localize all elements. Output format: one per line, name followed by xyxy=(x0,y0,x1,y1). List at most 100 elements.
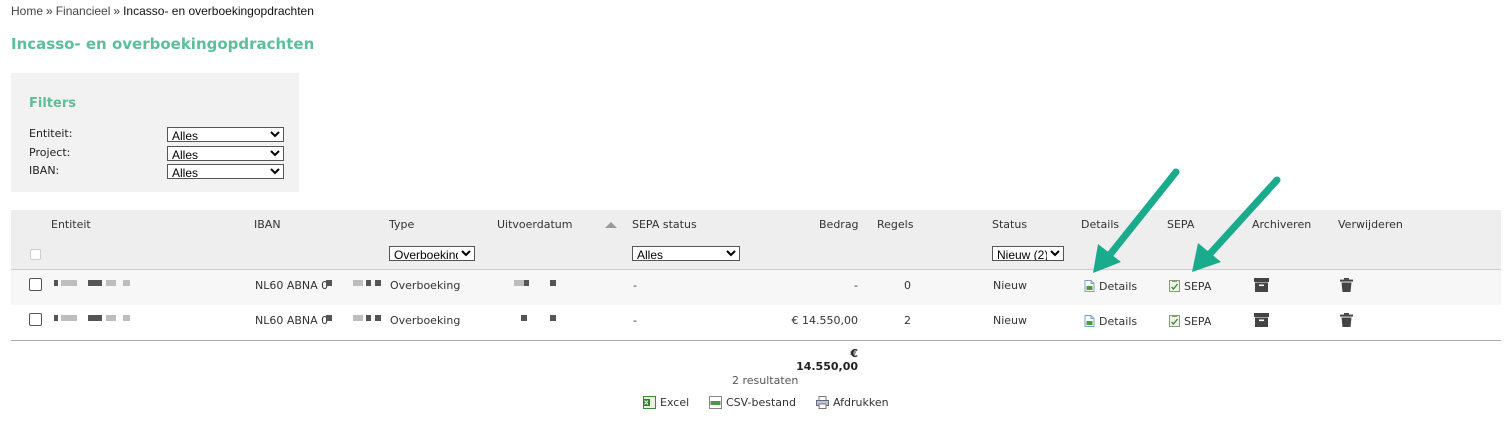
details-document-icon xyxy=(1084,280,1095,292)
redacted-date xyxy=(550,280,556,286)
row-status: Nieuw xyxy=(993,314,1028,327)
results-count: 2 resultaten xyxy=(732,374,799,387)
redacted-entiteit xyxy=(123,315,130,321)
redacted-entiteit xyxy=(88,280,102,286)
total-amount: € 14.550,00 xyxy=(796,347,858,373)
breadcrumb-home[interactable]: Home xyxy=(11,4,43,18)
col-sepa: SEPA xyxy=(1167,218,1195,231)
sepa-link[interactable]: SEPA xyxy=(1169,315,1211,328)
redacted-iban xyxy=(353,315,363,321)
redacted-iban xyxy=(326,280,332,286)
row-status: Nieuw xyxy=(993,279,1028,292)
redacted-iban xyxy=(375,280,381,286)
breadcrumb-separator: » xyxy=(46,4,53,18)
breadcrumb-financieel[interactable]: Financieel xyxy=(56,4,111,18)
export-csv-label: CSV-bestand xyxy=(726,396,797,409)
redacted-date xyxy=(524,280,529,286)
details-label: Details xyxy=(1099,315,1138,328)
col-status[interactable]: Status xyxy=(992,218,1027,231)
export-csv-link[interactable]: CSV-bestand xyxy=(709,396,796,409)
archive-icon[interactable] xyxy=(1254,313,1269,327)
col-details: Details xyxy=(1081,218,1120,231)
redacted-iban xyxy=(375,315,381,321)
redacted-entiteit xyxy=(61,315,77,321)
page-title: Incasso- en overboekingopdrachten xyxy=(11,35,315,53)
row-bedrag: € 14.550,00 xyxy=(791,314,858,327)
sort-asc-icon[interactable] xyxy=(605,222,617,228)
row-checkbox[interactable] xyxy=(29,278,42,291)
filter-project: Project: Alles xyxy=(29,146,289,162)
filters-panel: Filters Entiteit: Alles Project: Alles I… xyxy=(11,73,299,192)
filter-iban: IBAN: Alles xyxy=(29,164,289,180)
print-label: Afdrukken xyxy=(833,396,889,409)
breadcrumb: Home» Financieel» Incasso- en overboekingo… xyxy=(11,4,314,18)
details-label: Details xyxy=(1099,280,1138,293)
type-filter-select[interactable]: Overboeking xyxy=(389,246,475,261)
row-sepa-status: - xyxy=(633,314,637,327)
col-uitvoerdatum[interactable]: Uitvoerdatum xyxy=(497,218,572,231)
row-iban: NL60 ABNA 0 xyxy=(255,314,329,327)
col-iban[interactable]: IBAN xyxy=(254,218,281,231)
redacted-entiteit xyxy=(54,280,58,286)
breadcrumb-current: Incasso- en overboekingopdrachten xyxy=(123,4,314,18)
filter-entiteit: Entiteit: Alles xyxy=(29,127,289,143)
redacted-entiteit xyxy=(61,280,77,286)
row-iban: NL60 ABNA 0 xyxy=(255,279,329,292)
sepa-link[interactable]: SEPA xyxy=(1169,280,1211,293)
row-regels: 0 xyxy=(904,279,911,292)
col-sepa-status[interactable]: SEPA status xyxy=(632,218,697,231)
details-link[interactable]: Details xyxy=(1084,315,1137,328)
row-regels: 2 xyxy=(904,314,911,327)
print-link[interactable]: Afdrukken xyxy=(816,396,889,409)
table-row: NL60 ABNA 0 Overboeking - € 14.550,00 2 … xyxy=(11,305,1501,341)
details-document-icon xyxy=(1084,315,1095,327)
sepa-label: SEPA xyxy=(1184,280,1212,293)
filter-entiteit-label: Entiteit: xyxy=(29,127,73,140)
redacted-date xyxy=(550,315,556,321)
col-bedrag[interactable]: Bedrag xyxy=(819,218,859,231)
filter-iban-select[interactable]: Alles xyxy=(167,164,284,179)
filter-entiteit-select[interactable]: Alles xyxy=(167,127,284,142)
row-checkbox[interactable] xyxy=(29,313,42,326)
redacted-entiteit xyxy=(106,315,116,321)
trash-icon[interactable] xyxy=(1339,313,1354,327)
sepa-label: SEPA xyxy=(1184,315,1212,328)
filter-project-select[interactable]: Alles xyxy=(167,146,284,161)
redacted-date xyxy=(521,315,527,321)
col-regels[interactable]: Regels xyxy=(877,218,913,231)
trash-icon[interactable] xyxy=(1339,278,1354,292)
redacted-entiteit xyxy=(106,280,116,286)
redacted-entiteit xyxy=(54,315,58,321)
status-filter-select[interactable]: Nieuw (2) xyxy=(992,246,1064,261)
redacted-date xyxy=(514,280,524,286)
col-entiteit[interactable]: Entiteit xyxy=(51,218,91,231)
sepa-document-icon xyxy=(1169,315,1180,327)
select-all-checkbox[interactable] xyxy=(30,249,41,260)
redacted-entiteit xyxy=(88,315,102,321)
redacted-iban xyxy=(366,315,371,321)
sepa-document-icon xyxy=(1169,280,1180,292)
excel-icon xyxy=(643,396,656,409)
export-excel-link[interactable]: Excel xyxy=(643,396,689,409)
table-row: NL60 ABNA 0 Overboeking - - 0 Nieuw Deta… xyxy=(11,270,1501,305)
row-sepa-status: - xyxy=(633,279,637,292)
redacted-iban xyxy=(366,280,371,286)
redacted-entiteit xyxy=(123,280,130,286)
col-type[interactable]: Type xyxy=(389,218,414,231)
archive-icon[interactable] xyxy=(1254,278,1269,292)
row-type: Overboeking xyxy=(390,314,461,327)
printer-icon xyxy=(816,396,829,409)
redacted-iban xyxy=(326,315,332,321)
col-verwijderen: Verwijderen xyxy=(1338,218,1403,231)
export-excel-label: Excel xyxy=(660,396,690,409)
breadcrumb-separator: » xyxy=(113,4,121,18)
sepa-status-filter-select[interactable]: Alles xyxy=(632,246,740,261)
row-bedrag: - xyxy=(854,279,858,292)
filter-iban-label: IBAN: xyxy=(29,164,60,177)
details-link[interactable]: Details xyxy=(1084,280,1137,293)
filters-title: Filters xyxy=(29,96,76,111)
col-archiveren: Archiveren xyxy=(1252,218,1312,231)
redacted-iban xyxy=(353,280,363,286)
row-type: Overboeking xyxy=(390,279,461,292)
csv-icon xyxy=(709,396,722,409)
